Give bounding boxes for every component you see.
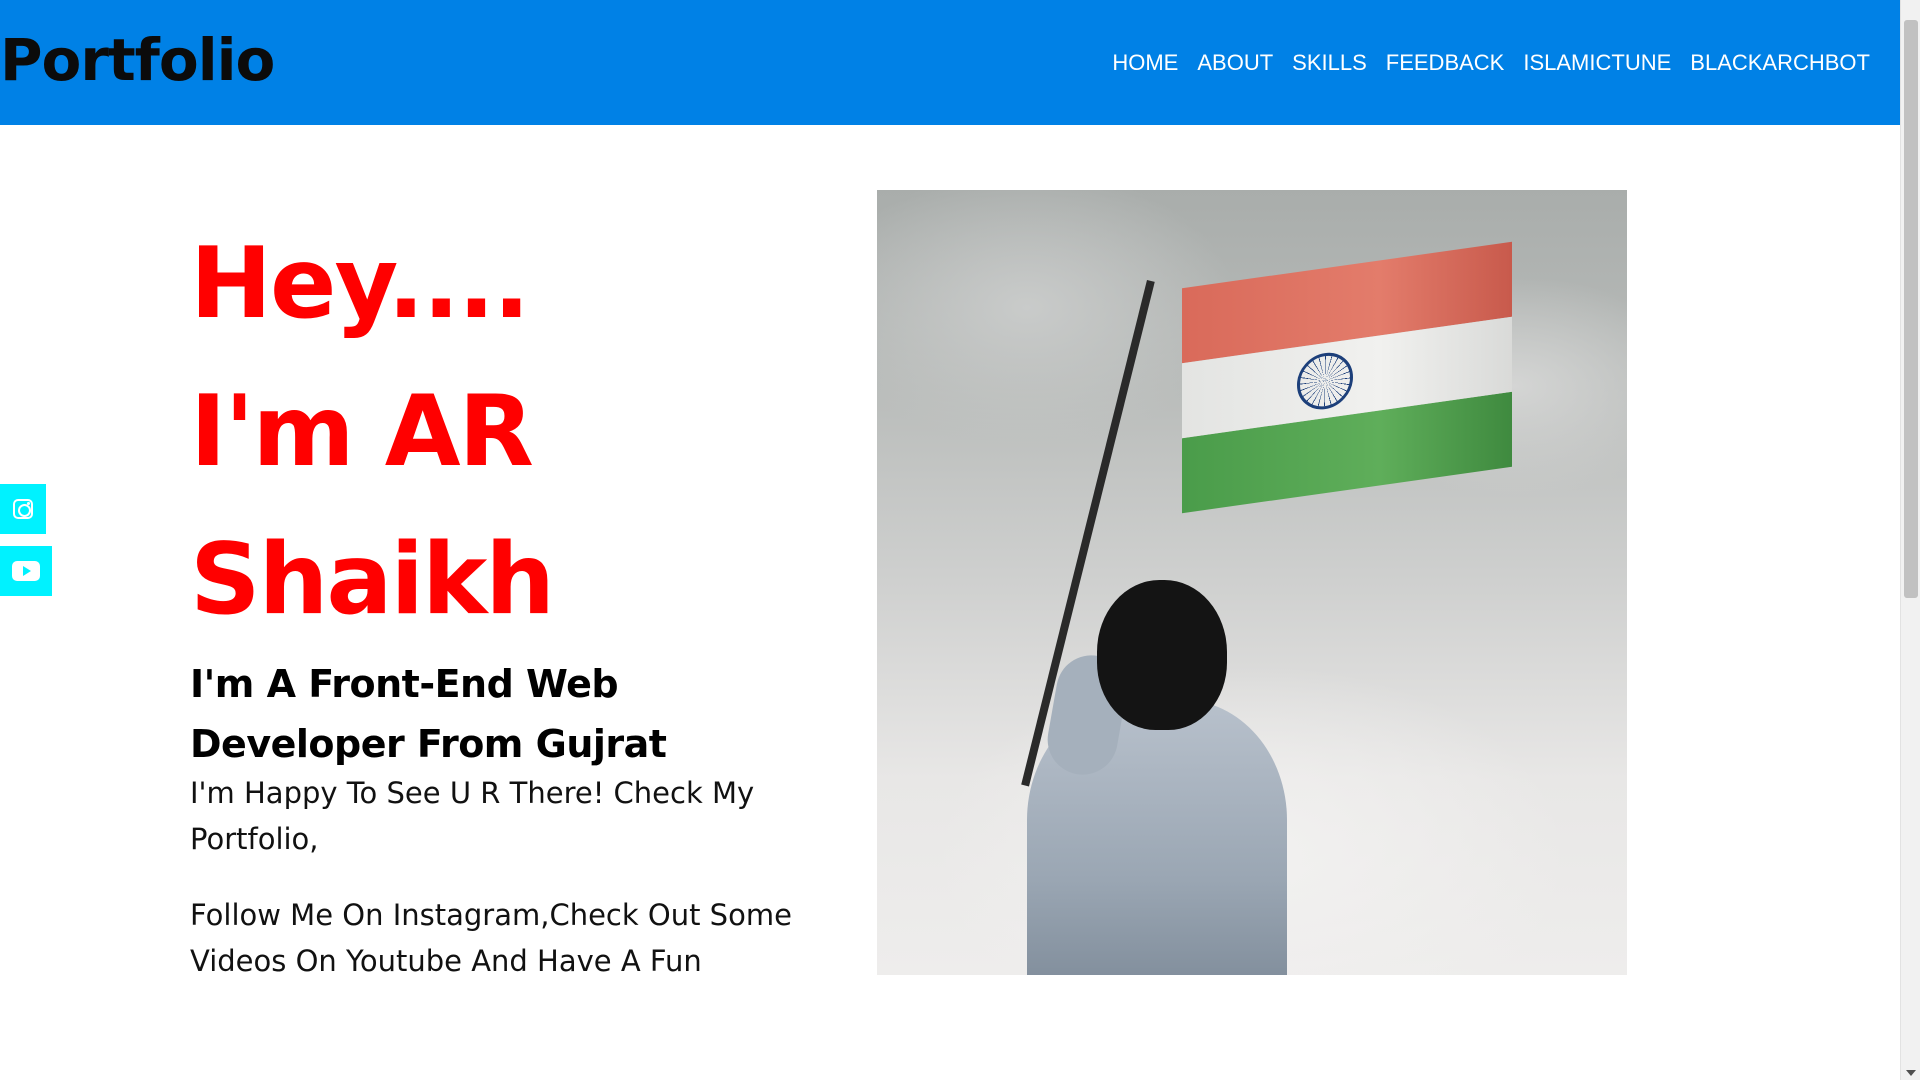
greeting-line-3: Shaikh xyxy=(190,523,555,637)
youtube-link[interactable] xyxy=(0,546,52,596)
ashoka-chakra xyxy=(1297,349,1353,414)
nav-links: HOME ABOUT SKILLS FEEDBACK ISLAMICTUNE B… xyxy=(1112,50,1870,76)
nav-link-home[interactable]: HOME xyxy=(1112,50,1178,76)
scrollbar[interactable] xyxy=(1900,0,1920,1080)
instagram-link[interactable] xyxy=(0,484,46,534)
instagram-icon xyxy=(13,499,33,519)
greeting-line-2: I'm AR xyxy=(190,375,534,489)
role-line-2: Developer From Gujrat xyxy=(190,722,667,766)
nav-link-blackarchbot[interactable]: BLACKARCHBOT xyxy=(1690,50,1870,76)
india-flag xyxy=(1182,241,1512,514)
hero-role: I'm A Front-End Web Developer From Gujra… xyxy=(190,654,830,774)
navbar: Portfolio HOME ABOUT SKILLS FEEDBACK ISL… xyxy=(0,0,1900,125)
hero-text: Hey.... I'm AR Shaikh I'm A Front-End We… xyxy=(190,210,830,984)
hero-follow: Follow Me On Instagram,Check Out Some Vi… xyxy=(190,898,792,978)
role-line-1: I'm A Front-End Web xyxy=(190,662,619,706)
brand-logo[interactable]: Portfolio xyxy=(0,26,275,94)
scroll-thumb[interactable] xyxy=(1904,20,1918,598)
hero-photo xyxy=(877,190,1627,975)
scroll-down-icon[interactable] xyxy=(1906,1070,1916,1076)
hero-intro: I'm Happy To See U R There! Check My Por… xyxy=(190,776,755,856)
youtube-icon xyxy=(12,561,40,581)
nav-link-islamictune[interactable]: ISLAMICTUNE xyxy=(1523,50,1671,76)
nav-link-about[interactable]: ABOUT xyxy=(1197,50,1273,76)
nav-link-skills[interactable]: SKILLS xyxy=(1292,50,1367,76)
greeting-line-1: Hey.... xyxy=(190,227,530,341)
hero-greeting: Hey.... I'm AR Shaikh xyxy=(190,210,830,654)
person-head xyxy=(1097,580,1227,730)
nav-link-feedback[interactable]: FEEDBACK xyxy=(1386,50,1505,76)
